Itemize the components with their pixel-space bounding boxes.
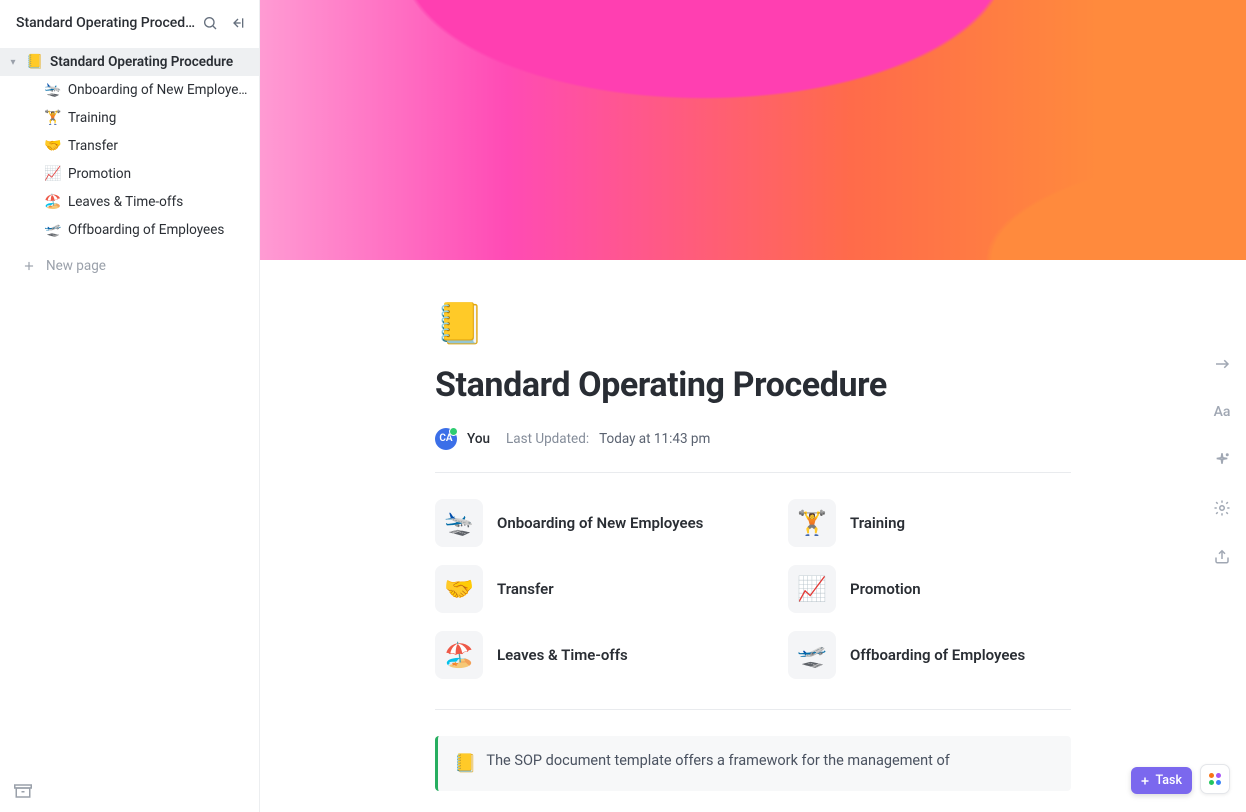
new-page-button[interactable]: New page xyxy=(0,248,259,284)
page-emoji-icon: 🏋️ xyxy=(44,110,62,126)
page-emoji-icon: 🛬 xyxy=(44,82,62,98)
tree-child-transfer[interactable]: 🤝 Transfer xyxy=(0,132,259,160)
tree-item-label: Transfer xyxy=(68,138,118,154)
updated-time: Today at 11:43 pm xyxy=(599,431,710,447)
card-label: Transfer xyxy=(497,580,554,598)
card-onboarding[interactable]: 🛬 Onboarding of New Employees xyxy=(435,499,718,547)
page-emoji-icon: 🏖️ xyxy=(44,194,62,210)
new-page-label: New page xyxy=(46,258,106,274)
card-promotion[interactable]: 📈 Promotion xyxy=(788,565,1071,613)
plus-icon xyxy=(22,259,36,273)
page-meta: CA You Last Updated: Today at 11:43 pm xyxy=(435,428,1071,473)
card-emoji-icon: 🛬 xyxy=(435,499,483,547)
card-training[interactable]: 🏋️ Training xyxy=(788,499,1071,547)
share-icon[interactable] xyxy=(1208,542,1236,570)
caret-down-icon[interactable]: ▾ xyxy=(6,57,20,68)
avatar[interactable]: CA xyxy=(435,428,457,450)
page-emoji-icon: 📒 xyxy=(26,54,44,70)
font-icon[interactable]: Aa xyxy=(1208,398,1236,426)
new-task-button[interactable]: Task xyxy=(1131,767,1193,794)
tree-item-label: Promotion xyxy=(68,166,131,182)
card-label: Promotion xyxy=(850,580,921,598)
callout-block[interactable]: 📒 The SOP document template offers a fra… xyxy=(435,736,1071,791)
card-label: Leaves & Time-offs xyxy=(497,646,628,664)
card-emoji-icon: 🏋️ xyxy=(788,499,836,547)
callout-text: The SOP document template offers a frame… xyxy=(486,750,949,777)
tree-child-offboarding[interactable]: 🛫 Offboarding of Employees xyxy=(0,216,259,244)
card-label: Offboarding of Employees xyxy=(850,646,1025,664)
main-content: 📒 Standard Operating Procedure CA You La… xyxy=(260,0,1246,812)
tree-child-leaves[interactable]: 🏖️ Leaves & Time-offs xyxy=(0,188,259,216)
callout-emoji-icon: 📒 xyxy=(454,750,476,777)
tree-item-label: Training xyxy=(68,110,116,126)
page-emoji-icon: 🤝 xyxy=(44,138,62,154)
page-icon[interactable]: 📒 xyxy=(435,300,1071,347)
tree-item-label: Onboarding of New Employees xyxy=(68,82,251,98)
card-emoji-icon: 📈 xyxy=(788,565,836,613)
card-transfer[interactable]: 🤝 Transfer xyxy=(435,565,718,613)
expand-icon[interactable] xyxy=(1208,350,1236,378)
search-icon[interactable] xyxy=(199,12,221,34)
card-emoji-icon: 🤝 xyxy=(435,565,483,613)
task-button-label: Task xyxy=(1156,773,1183,788)
tree-child-onboarding[interactable]: 🛬 Onboarding of New Employees xyxy=(0,76,259,104)
card-emoji-icon: 🛫 xyxy=(788,631,836,679)
collapse-sidebar-icon[interactable] xyxy=(227,12,249,34)
page-emoji-icon: 📈 xyxy=(44,166,62,182)
archive-icon[interactable] xyxy=(14,782,245,800)
tree-children: 🛬 Onboarding of New Employees 🏋️ Trainin… xyxy=(0,76,259,244)
cover-image[interactable] xyxy=(260,0,1246,260)
page-tree: ▾ 📒 Standard Operating Procedure 🛬 Onboa… xyxy=(0,46,259,248)
sidebar: Standard Operating Procedure ▾ 📒 Standar… xyxy=(0,0,260,812)
updated-label: Last Updated: xyxy=(506,431,589,447)
tree-item-label: Leaves & Time-offs xyxy=(68,194,183,210)
apps-icon xyxy=(1209,773,1221,785)
ai-icon[interactable] xyxy=(1208,446,1236,474)
tree-child-promotion[interactable]: 📈 Promotion xyxy=(0,160,259,188)
card-label: Onboarding of New Employees xyxy=(497,514,703,532)
page-emoji-icon: 🛫 xyxy=(44,222,62,238)
plus-icon xyxy=(1139,775,1151,787)
right-rail: Aa xyxy=(1208,350,1236,570)
author-name: You xyxy=(467,431,490,447)
subpage-cards: 🛬 Onboarding of New Employees 🏋️ Trainin… xyxy=(435,499,1071,710)
settings-icon[interactable] xyxy=(1208,494,1236,522)
card-leaves[interactable]: 🏖️ Leaves & Time-offs xyxy=(435,631,718,679)
tree-child-training[interactable]: 🏋️ Training xyxy=(0,104,259,132)
sidebar-header: Standard Operating Procedure xyxy=(0,0,259,46)
apps-button[interactable] xyxy=(1200,764,1230,794)
card-label: Training xyxy=(850,514,905,532)
card-offboarding[interactable]: 🛫 Offboarding of Employees xyxy=(788,631,1071,679)
tree-root-item[interactable]: ▾ 📒 Standard Operating Procedure xyxy=(0,48,259,76)
card-emoji-icon: 🏖️ xyxy=(435,631,483,679)
page-title[interactable]: Standard Operating Procedure xyxy=(435,365,1071,406)
tree-item-label: Offboarding of Employees xyxy=(68,222,224,238)
tree-item-label: Standard Operating Procedure xyxy=(50,54,233,70)
sidebar-title: Standard Operating Procedure xyxy=(16,15,199,31)
